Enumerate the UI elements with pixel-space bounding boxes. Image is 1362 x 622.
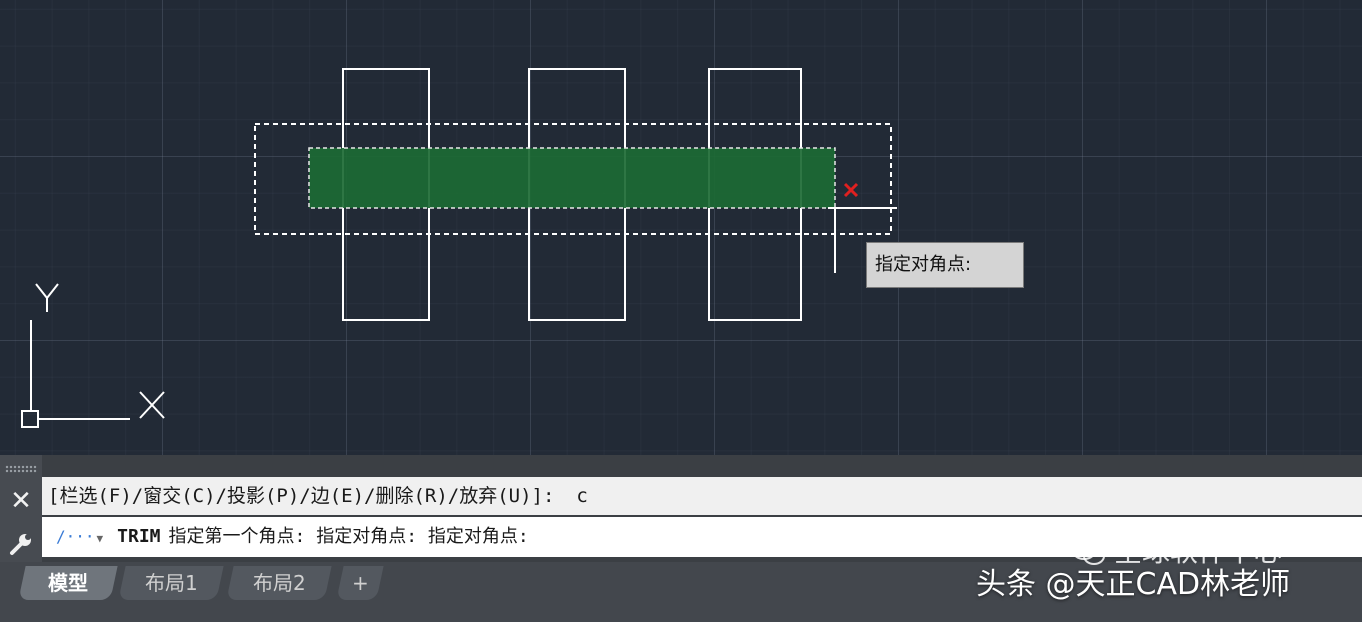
command-history-line: [栏选(F)/窗交(C)/投影(P)/边(E)/删除(R)/放弃(U)]: c [42,477,1362,515]
command-options-text: [栏选(F)/窗交(C)/投影(P)/边(E)/删除(R)/放弃(U)]: [48,485,555,507]
drawing-viewport[interactable]: 指定对角点: [0,0,1362,455]
dynamic-input-tooltip: 指定对角点: [866,242,1024,288]
add-layout-button[interactable]: + [336,566,384,600]
wrench-icon[interactable] [8,531,34,557]
close-icon[interactable]: ✕ [8,488,34,514]
crossing-selection-window [308,147,836,209]
command-line-sidebar: ✕ [0,455,42,562]
entered-option-text: c [576,485,588,507]
drawing-canvas[interactable] [0,0,1362,455]
drag-grip-icon[interactable] [5,465,37,473]
tab-model[interactable]: 模型 [18,566,118,600]
tab-layout1[interactable]: 布局1 [118,566,224,600]
watermark-signature: 头条 @天正CAD林老师 [976,567,1291,602]
red-cross-icon [843,182,859,198]
tab-layout2[interactable]: 布局2 [226,566,332,600]
ucs-axis-icon [21,283,165,428]
command-name: TRIM [117,526,161,547]
command-prompt-icon[interactable]: /··· ▼ [56,517,103,559]
command-prompt-text: 指定第一个角点: 指定对角点: 指定对角点: [168,526,529,547]
